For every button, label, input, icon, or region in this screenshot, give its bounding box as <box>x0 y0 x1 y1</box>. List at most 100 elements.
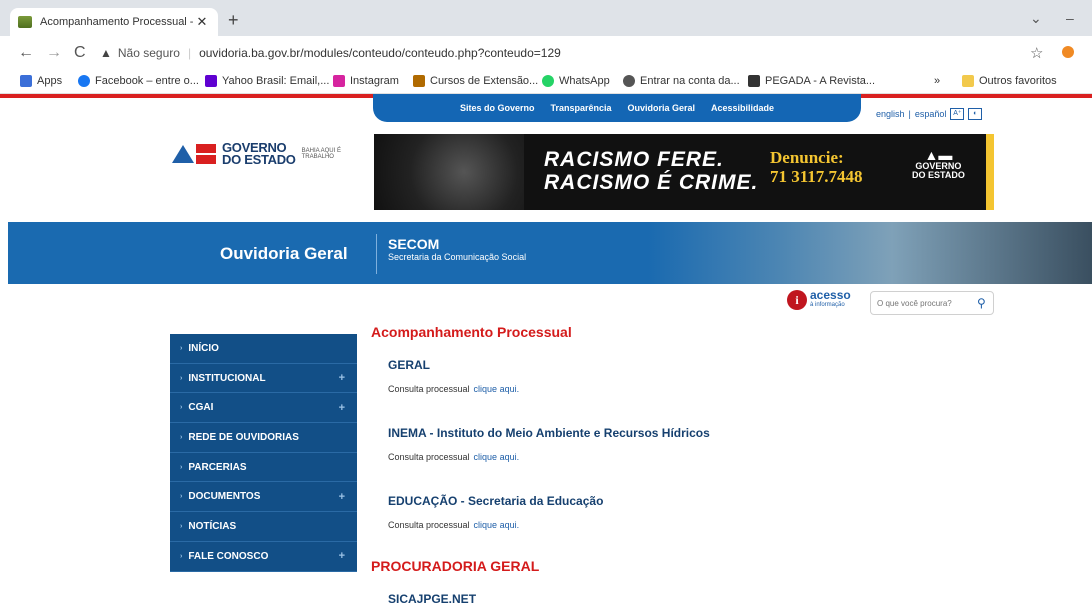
section-title-sicajpge: SICAJPGE.NET <box>388 592 477 606</box>
logo-bars-icon <box>196 144 216 164</box>
search-input[interactable] <box>877 298 973 308</box>
globe-icon <box>623 75 635 87</box>
bookmark-star-icon[interactable]: ☆ <box>1030 44 1043 62</box>
lang-english[interactable]: english <box>876 109 905 119</box>
minimize-icon[interactable]: – <box>1066 10 1074 26</box>
banner-slogan: RACISMO FERE. RACISMO É CRIME. <box>544 148 759 194</box>
nav-ouvidoria-geral[interactable]: Ouvidoria Geral <box>627 103 695 113</box>
chevron-right-icon: › <box>180 374 183 382</box>
chevron-right-icon: › <box>180 404 183 412</box>
site-header: Ouvidoria Geral SECOM Secretaria da Comu… <box>8 222 1092 284</box>
tab-strip: Acompanhamento Processual - O ✕ + ⌄ – <box>0 0 1092 36</box>
clique-aqui-link[interactable]: clique aqui. <box>474 384 520 394</box>
sidebar-item-documentos[interactable]: › DOCUMENTOS + <box>170 482 357 513</box>
bookmark-cursos[interactable]: Cursos de Extensão... <box>413 75 538 87</box>
tab-search-icon[interactable]: ⌄ <box>1030 10 1042 27</box>
sidebar-item-parcerias[interactable]: › PARCERIAS <box>170 453 357 483</box>
header-divider <box>376 234 377 274</box>
expand-icon: + <box>338 490 345 503</box>
other-favorites[interactable]: Outros favoritos <box>962 75 1057 87</box>
new-tab-button[interactable]: + <box>228 10 239 31</box>
banner-logo: ▲▬ GOVERNO DO ESTADO <box>912 147 965 180</box>
expand-icon: + <box>338 550 345 563</box>
whatsapp-icon <box>542 75 554 87</box>
reload-button[interactable]: C <box>74 44 86 62</box>
bookmark-entrar[interactable]: Entrar na conta da... <box>623 75 740 87</box>
address-bar-row: ← → C ▲ Não seguro | ouvidoria.ba.gov.br… <box>0 36 1092 70</box>
section-line-inema: Consulta processual clique aqui. <box>388 452 520 462</box>
sidebar-item-inicio[interactable]: › INÍCIO <box>170 334 357 364</box>
sidebar-menu: › INÍCIO › INSTITUCIONAL + › CGAI + › REDE DE … <box>170 334 357 572</box>
bookmarks-bar: Apps Facebook – entre o... Yahoo Brasil:… <box>0 70 1092 94</box>
banner-yellow-stripe <box>986 134 994 210</box>
sidebar-item-cgai[interactable]: › CGAI + <box>170 393 357 424</box>
tab-title: Acompanhamento Processual - O <box>40 16 194 28</box>
logo-tagline: BAHIA AQUI É TRABALHO <box>301 148 341 160</box>
chevron-right-icon: › <box>180 344 183 352</box>
banner-logo-icon: ▲▬ <box>924 147 953 163</box>
banner-face-image <box>374 134 524 210</box>
acesso-label: acesso à informação <box>810 288 851 308</box>
clique-aqui-link[interactable]: clique aqui. <box>474 452 520 462</box>
search-icon[interactable]: ⚲ <box>977 296 986 310</box>
pegada-icon <box>748 75 760 87</box>
expand-icon: + <box>338 401 345 414</box>
url-text[interactable]: ouvidoria.ba.gov.br/modules/conteudo/con… <box>199 46 561 60</box>
acesso-informacao-link[interactable]: i acesso à informação <box>787 288 851 310</box>
clique-aqui-link[interactable]: clique aqui. <box>474 520 520 530</box>
chevron-right-icon: › <box>180 433 183 441</box>
yahoo-icon <box>205 75 217 87</box>
bookmark-yahoo[interactable]: Yahoo Brasil: Email,... <box>205 75 329 87</box>
sidebar-item-institucional[interactable]: › INSTITUCIONAL + <box>170 364 357 394</box>
lang-separator: | <box>908 109 911 119</box>
facebook-icon <box>78 75 90 87</box>
header-title: Ouvidoria Geral <box>220 244 348 263</box>
logo-name: GOVERNO DO ESTADO <box>222 140 296 167</box>
back-button[interactable]: ← <box>18 44 34 62</box>
chevron-right-icon: › <box>180 493 183 501</box>
security-status: Não seguro <box>117 46 180 60</box>
nav-sites-do-governo[interactable]: Sites do Governo <box>460 103 535 113</box>
bookmarks-overflow[interactable]: » <box>934 75 940 87</box>
sidebar-item-rede[interactable]: › REDE DE OUVIDORIAS <box>170 423 357 453</box>
warning-icon: ▲ <box>100 46 112 60</box>
instagram-icon <box>333 75 345 87</box>
section-line-geral: Consulta processual clique aqui. <box>388 384 520 394</box>
chevron-right-icon: › <box>180 463 183 471</box>
font-size-icon[interactable]: A⁺ <box>950 108 965 120</box>
racismo-banner[interactable]: RACISMO FERE. RACISMO É CRIME. Denuncie:… <box>374 134 994 210</box>
info-icon: i <box>787 290 807 310</box>
top-nav: Sites do Governo Transparência Ouvidoria… <box>373 94 861 122</box>
folder-icon <box>962 75 974 87</box>
site-favicon-icon <box>18 16 32 28</box>
sidebar-item-fale-conosco[interactable]: › FALE CONOSCO + <box>170 542 357 572</box>
sidebar-item-noticias[interactable]: › NOTÍCIAS <box>170 512 357 542</box>
lang-espanol[interactable]: español <box>915 109 947 119</box>
logo-triangle-icon <box>172 145 194 163</box>
nav-acessibilidade[interactable]: Acessibilidade <box>711 103 774 113</box>
forward-button[interactable]: → <box>46 44 62 62</box>
nav-transparencia[interactable]: Transparência <box>550 103 611 113</box>
bookmark-instagram[interactable]: Instagram <box>333 75 399 87</box>
bookmark-apps[interactable]: Apps <box>20 75 62 87</box>
bookmark-facebook[interactable]: Facebook – entre o... <box>78 75 199 87</box>
section-title-inema: INEMA - Instituto do Meio Ambiente e Rec… <box>388 426 710 440</box>
bookmark-whatsapp[interactable]: WhatsApp <box>542 75 610 87</box>
web-page: Sites do Governo Transparência Ouvidoria… <box>0 94 1092 609</box>
browser-tab[interactable]: Acompanhamento Processual - O ✕ <box>10 8 218 36</box>
secom-subtitle: Secretaria da Comunicação Social <box>388 252 527 262</box>
extension-icon[interactable] <box>1062 46 1074 58</box>
chevron-right-icon: › <box>180 552 183 560</box>
section-title-geral: GERAL <box>388 358 430 372</box>
url-bar[interactable]: ▲ Não seguro | ouvidoria.ba.gov.br/modul… <box>100 41 1060 65</box>
chevron-right-icon: › <box>180 522 183 530</box>
language-switcher: english | español A⁺ ◐ <box>876 108 983 120</box>
expand-icon: + <box>338 372 345 385</box>
bookmark-pegada[interactable]: PEGADA - A Revista... <box>748 75 875 87</box>
tab-close-icon[interactable]: ✕ <box>194 14 210 30</box>
banner-denuncie: Denuncie: 71 3117.7448 <box>770 148 863 186</box>
cursos-icon <box>413 75 425 87</box>
contrast-icon[interactable]: ◐ <box>968 108 983 120</box>
section-title-educacao: EDUCAÇÃO - Secretaria da Educação <box>388 494 604 508</box>
governo-logo[interactable]: GOVERNO DO ESTADO BAHIA AQUI É TRABALHO <box>172 140 342 167</box>
